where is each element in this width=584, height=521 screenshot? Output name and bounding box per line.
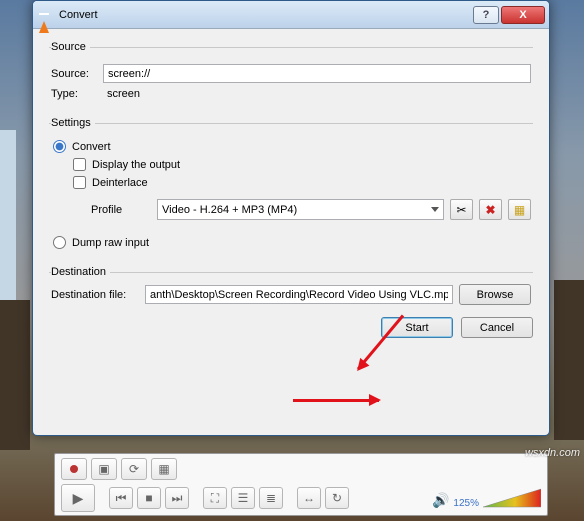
volume-percent: 125% — [453, 498, 479, 509]
destination-file-input[interactable] — [145, 285, 453, 304]
delete-profile-button[interactable]: ✖ — [479, 199, 502, 220]
frame-icon: ▦ — [158, 463, 169, 475]
loop-icon: ⟳ — [129, 463, 139, 475]
type-label: Type: — [51, 88, 103, 100]
dump-raw-radio[interactable] — [53, 236, 66, 249]
help-button[interactable]: ? — [473, 6, 499, 24]
new-profile-button[interactable]: ▦ — [508, 199, 531, 220]
next-button[interactable]: ⏭ — [165, 487, 189, 509]
profile-combo[interactable]: Video - H.264 + MP3 (MP4) — [157, 199, 444, 220]
repeat-button[interactable]: ↻ — [325, 487, 349, 509]
source-label: Source: — [51, 68, 103, 80]
wrench-icon: ✂ — [456, 203, 466, 217]
playlist-icon: ≣ — [266, 492, 276, 504]
play-button[interactable]: ▶ — [61, 484, 95, 512]
snapshot-button[interactable]: ▣ — [91, 458, 117, 480]
profile-value: Video - H.264 + MP3 (MP4) — [162, 204, 297, 216]
source-group: Source Source: Type: screen — [49, 41, 533, 105]
skip-forward-icon: ⏭ — [172, 492, 183, 504]
shuffle-icon: ↔ — [303, 492, 315, 504]
skip-back-icon: ⏮ — [116, 492, 127, 504]
record-button[interactable] — [61, 458, 87, 480]
camera-icon: ▣ — [98, 463, 109, 475]
source-legend: Source — [51, 41, 90, 53]
volume-slider[interactable] — [483, 487, 541, 509]
settings-legend: Settings — [51, 117, 95, 129]
settings-group: Settings Convert Display the output Dein… — [49, 117, 533, 254]
deinterlace-checkbox[interactable] — [73, 176, 86, 189]
chevron-down-icon — [431, 207, 439, 212]
browse-button[interactable]: Browse — [459, 284, 531, 305]
frame-button[interactable]: ▦ — [151, 458, 177, 480]
shuffle-button[interactable]: ↔ — [297, 487, 321, 509]
profile-label: Profile — [91, 204, 151, 216]
stop-icon: ■ — [145, 492, 152, 504]
repeat-icon: ↻ — [332, 492, 342, 504]
destination-group: Destination Destination file: Browse — [49, 266, 533, 305]
extended-settings-button[interactable]: ☰ — [231, 487, 255, 509]
record-icon — [70, 465, 78, 473]
convert-radio[interactable] — [53, 140, 66, 153]
new-icon: ▦ — [514, 203, 525, 217]
dialog-content: Source Source: Type: screen Settings Con… — [33, 29, 549, 350]
display-output-checkbox[interactable] — [73, 158, 86, 171]
vlc-cone-icon — [39, 9, 53, 21]
player-toolbar: ▣ ⟳ ▦ ▶ ⏮ ■ ⏭ ⛶ ☰ ≣ ↔ ↻ 🔊 125% — [54, 453, 548, 516]
convert-dialog: Convert ? X Source Source: Type: screen … — [32, 0, 550, 436]
destination-legend: Destination — [51, 266, 110, 278]
background-decor — [0, 130, 16, 300]
convert-radio-label: Convert — [72, 141, 111, 153]
display-output-label: Display the output — [92, 159, 180, 171]
window-title: Convert — [59, 9, 471, 21]
prev-button[interactable]: ⏮ — [109, 487, 133, 509]
type-value: screen — [103, 88, 140, 100]
play-icon: ▶ — [73, 491, 84, 505]
playlist-button[interactable]: ≣ — [259, 487, 283, 509]
source-input[interactable] — [103, 64, 531, 83]
loop-ab-button[interactable]: ⟳ — [121, 458, 147, 480]
delete-icon: ✖ — [485, 203, 495, 217]
stop-button[interactable]: ■ — [137, 487, 161, 509]
equalizer-icon: ☰ — [238, 492, 249, 504]
titlebar[interactable]: Convert ? X — [33, 1, 549, 29]
background-decor — [0, 300, 30, 450]
fullscreen-icon: ⛶ — [211, 492, 219, 504]
background-decor — [554, 280, 584, 440]
annotation-arrow — [293, 399, 379, 402]
fullscreen-button[interactable]: ⛶ — [203, 487, 227, 509]
cancel-button[interactable]: Cancel — [461, 317, 533, 338]
edit-profile-button[interactable]: ✂ — [450, 199, 473, 220]
watermark: wsxdn.com — [525, 447, 580, 459]
dump-raw-label: Dump raw input — [72, 237, 149, 249]
destination-file-label: Destination file: — [51, 289, 139, 301]
deinterlace-label: Deinterlace — [92, 177, 148, 189]
close-button[interactable]: X — [501, 6, 545, 24]
volume-triangle-icon — [483, 487, 541, 509]
speaker-icon[interactable]: 🔊 — [432, 492, 449, 509]
